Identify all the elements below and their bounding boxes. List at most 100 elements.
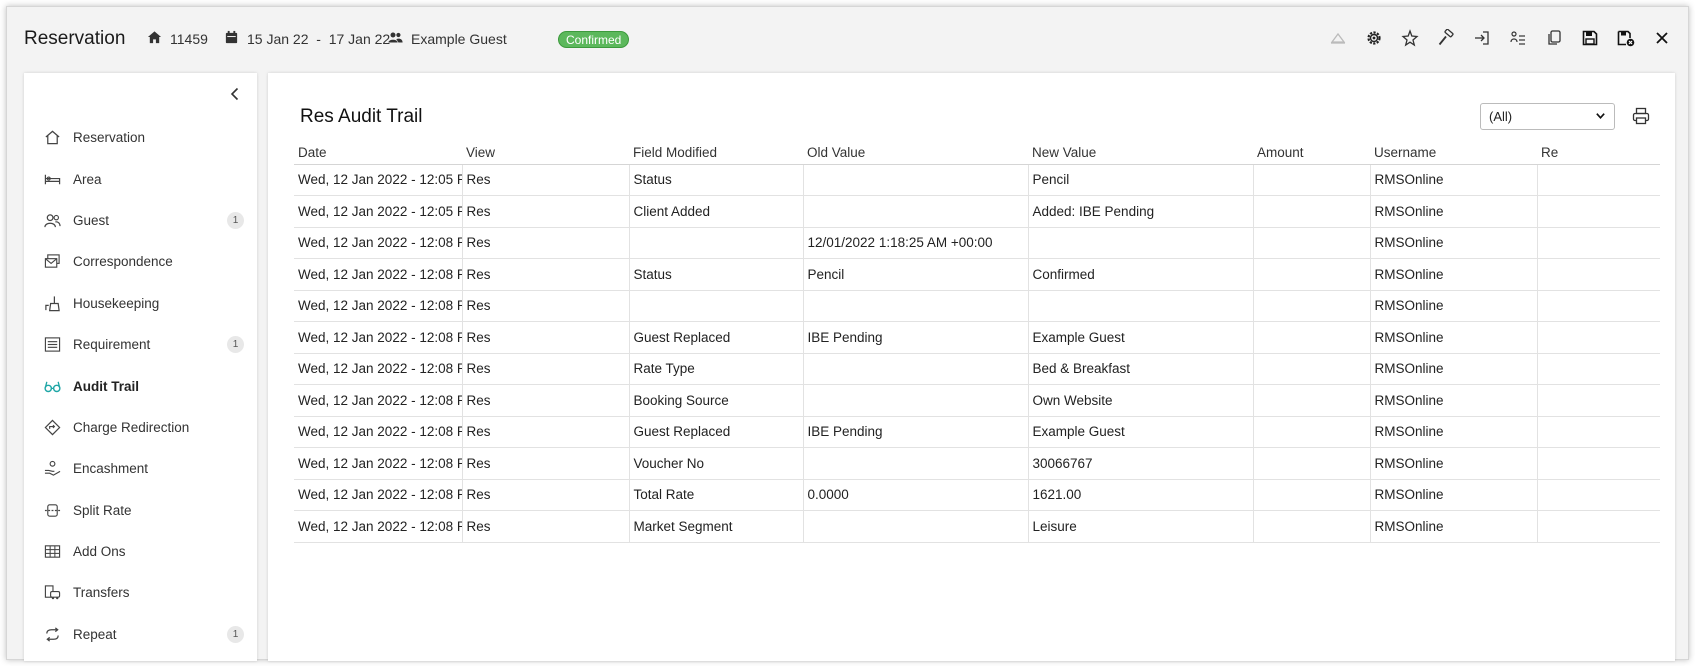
gear-icon[interactable] <box>1364 28 1384 48</box>
sidebar-item-label: Audit Trail <box>73 378 140 394</box>
sidebar-item-split-rate[interactable]: Split Rate <box>24 490 257 531</box>
sidebar-item-guest[interactable]: Guest 1 <box>24 200 257 241</box>
hammer-icon[interactable] <box>1436 28 1456 48</box>
sidebar-item-label: Encashment <box>73 461 149 477</box>
table-row[interactable]: Wed, 12 Jan 2022 - 12:08 PM Res Booking So… <box>294 384 1660 417</box>
sidebar-item-add-ons[interactable]: Add Ons <box>24 531 257 572</box>
cell-new-value: 1621.00 <box>1028 479 1254 511</box>
cell-new-value: Leisure <box>1028 510 1254 543</box>
column-header-field-modified[interactable]: Field Modified <box>629 141 803 165</box>
table-row[interactable]: Wed, 12 Jan 2022 - 12:08 PM Res 12/01/2022… <box>294 227 1660 259</box>
chevron-down-icon <box>1595 109 1606 124</box>
cell-old-value <box>803 290 1029 322</box>
sidebar-item-label: Split Rate <box>73 502 132 518</box>
column-header-amount[interactable]: Amount <box>1253 141 1370 165</box>
sparkle-icon[interactable] <box>1400 28 1420 48</box>
cell-view: Res <box>462 416 630 448</box>
cell-old-value <box>803 195 1029 228</box>
cell-date: Wed, 12 Jan 2022 - 12:08 PM <box>294 384 463 417</box>
cell-username: RMSOnline <box>1370 195 1538 228</box>
cell-re <box>1537 416 1660 448</box>
column-header-date[interactable]: Date <box>294 141 462 165</box>
cell-field-modified: Booking Source <box>629 384 804 417</box>
sidebar-item-transfers[interactable]: Transfers <box>24 572 257 613</box>
cell-date: Wed, 12 Jan 2022 - 12:05 PM <box>294 164 463 196</box>
sidebar-item-encashment[interactable]: Encashment <box>24 448 257 489</box>
cell-old-value: 0.0000 <box>803 479 1029 511</box>
column-header-re[interactable]: Re <box>1537 141 1660 165</box>
guest-info[interactable]: Example Guest <box>388 30 507 48</box>
header-bar: Reservation 11459 15 Jan 22 - 17 Jan 22 … <box>7 7 1688 71</box>
table-row[interactable]: Wed, 12 Jan 2022 - 12:08 PM Res Guest Repl… <box>294 416 1660 448</box>
cell-old-value: IBE Pending <box>803 416 1029 448</box>
view-filter-select[interactable]: (All) <box>1480 103 1615 130</box>
sign-in-icon[interactable] <box>1472 28 1492 48</box>
table-row[interactable]: Wed, 12 Jan 2022 - 12:08 PM Res Voucher No… <box>294 447 1660 480</box>
cell-old-value: 12/01/2022 1:18:25 AM +00:00 <box>803 227 1029 259</box>
column-header-view[interactable]: View <box>462 141 629 165</box>
hand-coin-icon <box>43 460 61 478</box>
printer-icon[interactable] <box>1632 107 1650 125</box>
transfer-icon[interactable] <box>1508 28 1528 48</box>
cell-view: Res <box>462 447 630 480</box>
sidebar-item-charge-redirection[interactable]: Charge Redirection <box>24 407 257 448</box>
cell-date: Wed, 12 Jan 2022 - 12:08 PM <box>294 227 463 259</box>
cell-new-value: Example Guest <box>1028 321 1254 354</box>
sidebar-item-repeat[interactable]: Repeat 1 <box>24 614 257 655</box>
chevron-left-icon[interactable] <box>227 86 243 102</box>
bed-icon <box>43 170 61 188</box>
table-row[interactable]: Wed, 12 Jan 2022 - 12:08 PM Res Market Seg… <box>294 510 1660 543</box>
cell-old-value <box>803 164 1029 196</box>
sidebar-item-reservation[interactable]: Reservation <box>24 117 257 158</box>
sidebar-item-label: Requirement <box>73 337 151 353</box>
sidebar-item-audit-trail[interactable]: Audit Trail <box>24 365 257 406</box>
cell-new-value: Confirmed <box>1028 258 1254 291</box>
calendar-icon <box>224 30 239 48</box>
sidebar-item-label: Housekeeping <box>73 295 160 311</box>
table-row[interactable]: Wed, 12 Jan 2022 - 12:08 PM Res RMSOnline <box>294 290 1660 322</box>
cell-view: Res <box>462 290 630 322</box>
sidebar-item-correspondence[interactable]: Correspondence <box>24 241 257 282</box>
table-row[interactable]: Wed, 12 Jan 2022 - 12:08 PM Res Rate Type B… <box>294 353 1660 385</box>
sidebar-item-area[interactable]: Area <box>24 158 257 199</box>
table-row[interactable]: Wed, 12 Jan 2022 - 12:08 PM Res Status Penc… <box>294 258 1660 291</box>
sidebar-item-label: Correspondence <box>73 254 173 270</box>
cell-amount <box>1253 479 1371 511</box>
cell-new-value: Bed & Breakfast <box>1028 353 1254 385</box>
table-row[interactable]: Wed, 12 Jan 2022 - 12:08 PM Res Total Rate… <box>294 479 1660 511</box>
cell-old-value: IBE Pending <box>803 321 1029 354</box>
table-row[interactable]: Wed, 12 Jan 2022 - 12:05 PM Res Client Add… <box>294 195 1660 228</box>
reservation-window: Reservation 11459 15 Jan 22 - 17 Jan 22 … <box>6 6 1689 661</box>
sidebar-item-label: Add Ons <box>73 544 126 560</box>
cell-field-modified: Guest Replaced <box>629 321 804 354</box>
close-icon[interactable] <box>1652 28 1672 48</box>
cell-amount <box>1253 510 1371 543</box>
sidebar-item-requirement[interactable]: Requirement 1 <box>24 324 257 365</box>
cell-re <box>1537 447 1660 480</box>
copy-icon[interactable] <box>1544 28 1564 48</box>
cell-old-value: Pencil <box>803 258 1029 291</box>
table-row[interactable]: Wed, 12 Jan 2022 - 12:08 PM Res Guest Repl… <box>294 321 1660 354</box>
table-row[interactable]: Wed, 12 Jan 2022 - 12:05 PM Res Status Penc… <box>294 164 1660 196</box>
save-icon[interactable] <box>1580 28 1600 48</box>
save-close-icon[interactable] <box>1616 28 1636 48</box>
cell-old-value <box>803 510 1029 543</box>
reservation-dates-value: 15 Jan 22 - 17 Jan 22 <box>247 31 391 47</box>
column-header-username[interactable]: Username <box>1370 141 1537 165</box>
sidebar-item-label: Repeat <box>73 626 117 642</box>
column-header-old-value[interactable]: Old Value <box>803 141 1028 165</box>
cell-amount <box>1253 290 1371 322</box>
cloud-icon[interactable] <box>1328 28 1348 48</box>
sidebar-item-count: 1 <box>227 625 244 643</box>
column-header-new-value[interactable]: New Value <box>1028 141 1253 165</box>
cell-new-value: Pencil <box>1028 164 1254 196</box>
sidebar-item-label: Area <box>73 171 102 187</box>
sidebar-item-housekeeping[interactable]: Housekeeping <box>24 283 257 324</box>
cell-username: RMSOnline <box>1370 321 1538 354</box>
broom-icon <box>43 294 61 312</box>
cell-date: Wed, 12 Jan 2022 - 12:08 PM <box>294 479 463 511</box>
cell-re <box>1537 353 1660 385</box>
cell-view: Res <box>462 353 630 385</box>
cell-view: Res <box>462 384 630 417</box>
cell-username: RMSOnline <box>1370 353 1538 385</box>
